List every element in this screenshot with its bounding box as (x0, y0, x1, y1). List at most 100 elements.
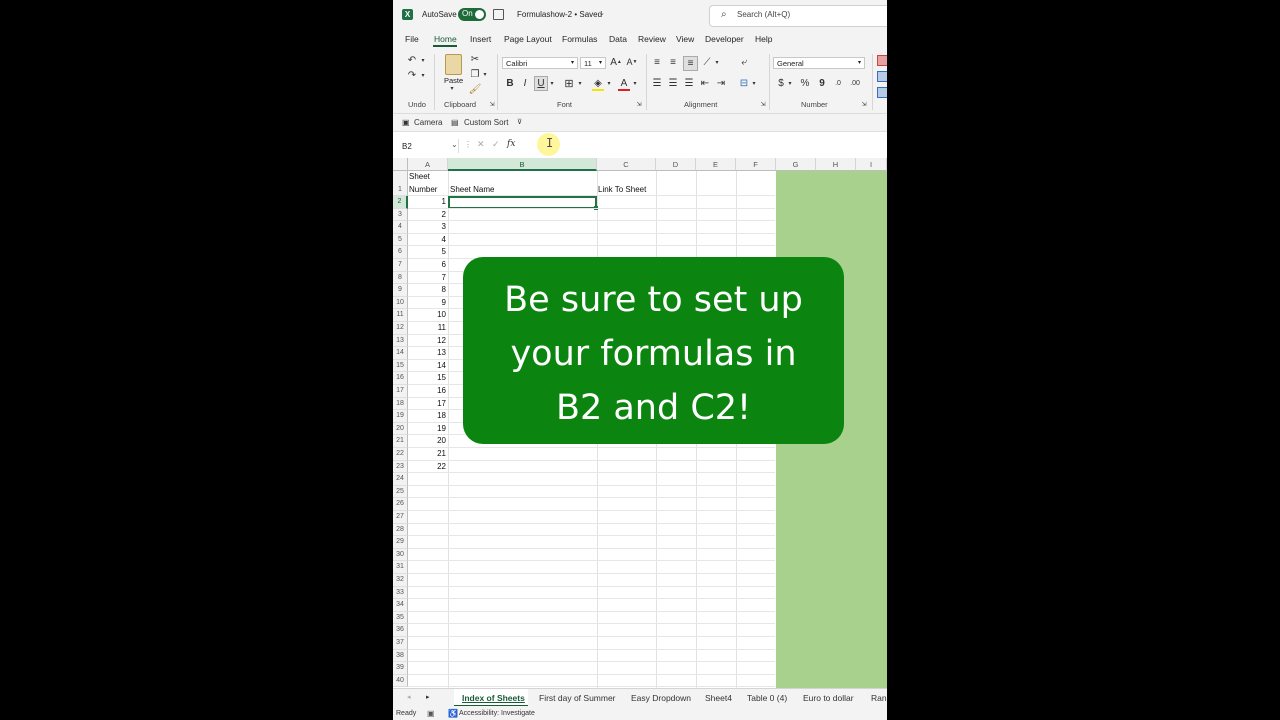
row-header[interactable]: 19 (393, 410, 408, 423)
sheet-tab-first-day-of-summer[interactable]: First day of Summer (539, 693, 616, 703)
document-title[interactable]: Formulashow-2 • Saved (517, 10, 602, 19)
underline-dropdown-icon[interactable]: ▾ (548, 77, 556, 89)
scroll-tabs-right-icon[interactable]: ▸ (426, 693, 430, 701)
orientation-dropdown-icon[interactable]: ▾ (713, 56, 721, 68)
conditional-format-icon[interactable] (877, 55, 887, 66)
row-header[interactable]: 7 (393, 259, 408, 272)
row-header[interactable]: 26 (393, 498, 408, 511)
increase-indent-icon[interactable]: ⇥ (715, 77, 727, 89)
undo-icon[interactable]: ↶ (405, 53, 419, 67)
decrease-font-icon[interactable]: A ▼ (626, 56, 638, 68)
row-header[interactable]: 32 (393, 574, 408, 587)
row-header[interactable]: 25 (393, 485, 408, 499)
column-header-g[interactable]: G (776, 158, 816, 171)
row-header[interactable]: 13 (393, 334, 408, 348)
merge-dropdown-icon[interactable]: ▾ (750, 77, 758, 89)
sheet-tab-easy-dropdown[interactable]: Easy Dropdown (631, 693, 691, 703)
row-header[interactable]: 8 (393, 271, 408, 285)
font-color-dropdown-icon[interactable]: ▾ (631, 77, 639, 89)
italic-icon[interactable]: I (519, 77, 531, 89)
insert-function-icon[interactable]: fx (507, 139, 515, 149)
column-header-f[interactable]: F (736, 158, 776, 171)
column-header-e[interactable]: E (696, 158, 736, 171)
macro-record-icon[interactable]: ▣ (427, 709, 435, 718)
accounting-dropdown-icon[interactable]: ▾ (786, 77, 794, 89)
save-icon[interactable] (493, 9, 504, 20)
number-format-select[interactable]: General ▾ (773, 57, 865, 69)
font-size-select[interactable]: 11 ▾ (580, 57, 606, 69)
align-right-icon[interactable]: ☰ (683, 77, 695, 89)
qat-customize-icon[interactable]: ⊽ (517, 118, 522, 126)
font-name-select[interactable]: Calibri ▾ (502, 57, 578, 69)
row-header[interactable]: 22 (393, 448, 408, 461)
row-header[interactable]: 28 (393, 523, 408, 537)
decrease-indent-icon[interactable]: ⇤ (699, 77, 711, 89)
sheet-tab-rand[interactable]: Rand (871, 693, 887, 703)
row-header[interactable]: 20 (393, 422, 408, 436)
column-header-h[interactable]: H (816, 158, 856, 171)
sheet-tab-sheet4[interactable]: Sheet4 (705, 693, 732, 703)
align-middle-icon[interactable]: ≡ (667, 56, 679, 68)
sheet-tab-euro-to-dollar[interactable]: Euro to dollar (803, 693, 854, 703)
align-top-icon[interactable]: ≡ (651, 56, 663, 68)
row-header[interactable]: 14 (393, 347, 408, 360)
fill-color-icon[interactable]: ◈ (592, 77, 604, 91)
bold-icon[interactable]: B (504, 77, 516, 89)
row-header[interactable]: 33 (393, 586, 408, 600)
row-header[interactable]: 11 (393, 309, 408, 322)
tab-help[interactable]: Help (755, 34, 772, 44)
undo-dropdown-icon[interactable]: ▾ (419, 53, 427, 67)
row-header[interactable]: 31 (393, 561, 408, 574)
tab-file[interactable]: File (405, 34, 419, 44)
comma-style-icon[interactable]: 9 (817, 77, 827, 89)
row-header[interactable]: 15 (393, 359, 408, 373)
row-header[interactable]: 2 (393, 196, 408, 209)
chevron-down-icon[interactable]: ⌄ (451, 140, 458, 149)
column-header-d[interactable]: D (656, 158, 696, 171)
row-header[interactable]: 27 (393, 511, 408, 524)
increase-font-icon[interactable]: A ▲ (610, 56, 622, 68)
increase-decimal-icon[interactable]: .0 (831, 77, 845, 89)
font-launcher-icon[interactable]: ⇲ (635, 100, 643, 108)
name-box[interactable]: B2 ⌄ (398, 139, 459, 153)
row-header[interactable]: 12 (393, 322, 408, 335)
cell-styles-icon[interactable] (877, 87, 887, 98)
formula-input[interactable] (521, 138, 887, 153)
tab-page-layout[interactable]: Page Layout (504, 34, 552, 44)
row-header[interactable]: 40 (393, 674, 408, 688)
row-header[interactable]: 29 (393, 536, 408, 549)
row-header[interactable]: 38 (393, 649, 408, 663)
copy-icon[interactable]: ❐ (469, 68, 481, 80)
row-header[interactable]: 5 (393, 233, 408, 247)
merge-center-icon[interactable]: ⊟ (738, 77, 750, 89)
camera-button[interactable]: Camera (414, 118, 442, 127)
row-header[interactable]: 3 (393, 208, 408, 222)
paste-dropdown-icon[interactable]: ▾ (448, 84, 456, 92)
search-box[interactable]: ⌕ Search (Alt+Q) (709, 5, 887, 27)
row-header[interactable]: 24 (393, 473, 408, 486)
row-header[interactable]: 35 (393, 611, 408, 625)
row-header[interactable]: 21 (393, 435, 408, 448)
row-header[interactable]: 4 (393, 221, 408, 234)
align-bottom-icon[interactable]: ≡ (683, 56, 698, 71)
row-header[interactable]: 37 (393, 637, 408, 650)
tab-insert[interactable]: Insert (470, 34, 491, 44)
alignment-launcher-icon[interactable]: ⇲ (759, 100, 767, 108)
format-painter-icon[interactable]: 🖌 (469, 83, 482, 95)
clipboard-launcher-icon[interactable]: ⇲ (488, 100, 496, 108)
tab-review[interactable]: Review (638, 34, 666, 44)
custom-sort-button[interactable]: Custom Sort (464, 118, 508, 127)
tab-developer[interactable]: Developer (705, 34, 744, 44)
row-header[interactable]: 39 (393, 662, 408, 675)
row-header[interactable]: 17 (393, 385, 408, 398)
wrap-text-icon[interactable]: ⤶ (738, 56, 750, 68)
redo-icon[interactable]: ↷ (405, 68, 419, 82)
tab-formulas[interactable]: Formulas (562, 34, 597, 44)
column-header-c[interactable]: C (597, 158, 656, 171)
underline-icon[interactable]: U (534, 76, 548, 91)
redo-dropdown-icon[interactable]: ▾ (419, 68, 427, 82)
font-color-icon[interactable]: A (618, 77, 630, 91)
borders-icon[interactable]: ⊞ (563, 77, 575, 90)
autosave-toggle[interactable]: On (458, 8, 486, 21)
confirm-entry-icon[interactable]: ✓ (492, 139, 500, 150)
